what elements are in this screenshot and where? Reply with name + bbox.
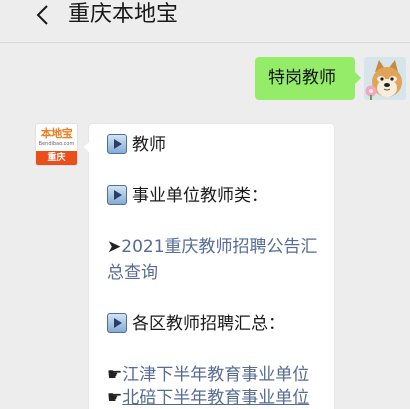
district-link-jiangjin[interactable]: 江津下半年教育事业单位 xyxy=(122,365,309,385)
chat-header: 重庆本地宝 xyxy=(0,0,410,43)
user-avatar[interactable] xyxy=(364,57,406,100)
chat-title: 重庆本地宝 xyxy=(68,2,179,27)
announcement-link[interactable]: 2021重庆教师招聘公告汇总查询 xyxy=(107,237,318,283)
play-button-icon xyxy=(107,312,127,333)
right-arrow-icon: ➤ xyxy=(107,237,122,257)
section-heading-institutions: 事业单位教师类： xyxy=(107,184,324,210)
section-heading-text: 各区教师招聘汇总： xyxy=(132,313,285,334)
section-heading-teachers: 教师 xyxy=(107,133,324,159)
announcement-link-row: ➤2021重庆教师招聘公告汇总查询 xyxy=(107,235,324,286)
back-chevron-icon[interactable] xyxy=(34,3,52,27)
district-link-row: ☛江津下半年教育事业单位 xyxy=(107,363,324,389)
section-heading-districts: 各区教师招聘汇总： xyxy=(107,312,324,338)
bendibao-logo-subtext: Bendibao.com xyxy=(38,141,75,147)
district-link-row: ☛北碚下半年教育事业单位 xyxy=(107,388,324,409)
play-button-icon xyxy=(107,134,127,154)
article-message-bubble: 教师 事业单位教师类： ➤2021重庆教师招聘公告汇总查询 各区教师招聘汇总： … xyxy=(82,123,335,409)
my-message-text: 特岗教师 xyxy=(268,68,336,88)
official-account-avatar[interactable]: 本地宝 Bendibao.com 重庆 xyxy=(35,123,78,166)
pointing-hand-icon: ☛ xyxy=(107,364,123,385)
bendibao-logo-text: 本地宝 xyxy=(40,127,73,140)
shiba-dog-flower-avatar-icon xyxy=(364,57,406,100)
city-label: 重庆 xyxy=(36,151,77,165)
my-message-bubble[interactable]: 特岗教师 xyxy=(255,57,361,100)
section-heading-text: 教师 xyxy=(132,135,166,155)
play-button-icon xyxy=(107,185,127,205)
section-heading-text: 事业单位教师类： xyxy=(132,186,268,206)
pointing-hand-icon: ☛ xyxy=(107,388,123,408)
district-link-beibei[interactable]: 北碚下半年教育事业单位 xyxy=(122,388,309,408)
